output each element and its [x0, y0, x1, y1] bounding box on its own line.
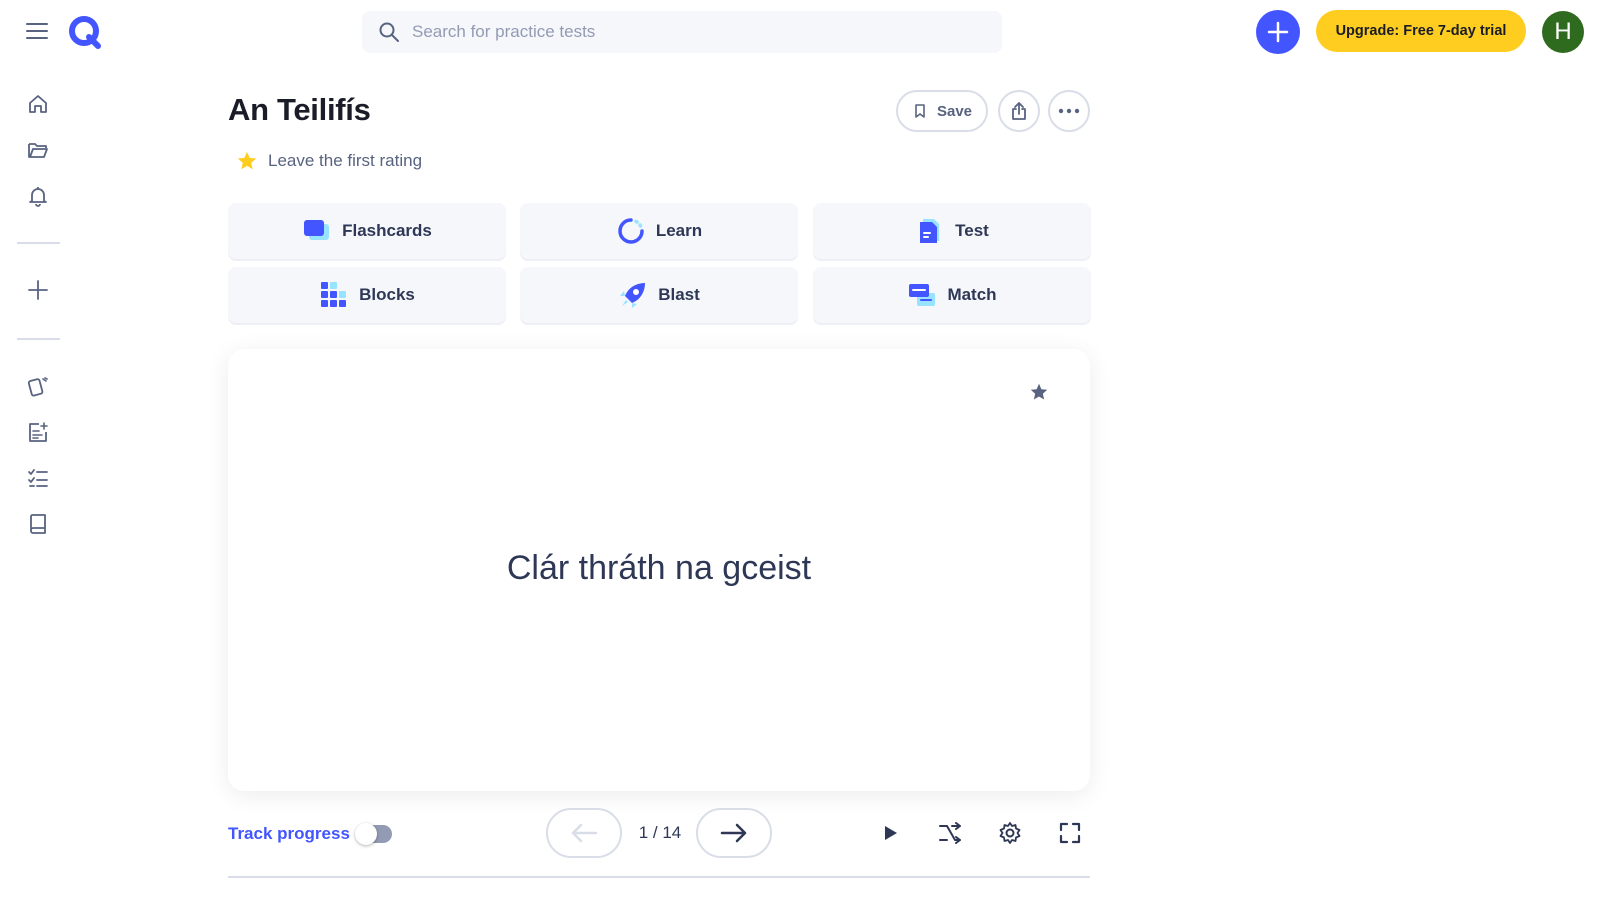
blocks-mode-icon: [321, 282, 347, 307]
save-button[interactable]: Save: [896, 90, 988, 132]
next-card-button[interactable]: [696, 808, 772, 858]
mode-label: Learn: [655, 221, 703, 240]
test-mode-icon: [920, 219, 940, 243]
mode-label: Match: [947, 285, 997, 304]
avatar[interactable]: H: [1542, 11, 1584, 53]
track-progress-toggle[interactable]: [355, 823, 392, 845]
save-label: Save: [936, 102, 973, 120]
search-input[interactable]: [412, 22, 972, 42]
share-icon: [1012, 102, 1026, 120]
star-icon[interactable]: [1028, 381, 1050, 403]
expert-solutions-icon[interactable]: [24, 418, 52, 446]
plus-icon[interactable]: [24, 276, 52, 304]
match-mode-icon: [909, 284, 936, 306]
share-button[interactable]: [998, 90, 1040, 132]
rating-label: Leave the first rating: [268, 151, 423, 170]
top-bar: Upgrade: Free 7-day trial H: [0, 0, 1600, 64]
star-icon: [237, 151, 257, 170]
progress-line: [228, 876, 1090, 878]
rating-link[interactable]: Leave the first rating: [236, 150, 422, 172]
folder-icon[interactable]: [24, 136, 52, 164]
checklist-icon[interactable]: [24, 464, 52, 492]
quizlet-logo[interactable]: [68, 15, 102, 49]
shuffle-icon: [939, 822, 961, 844]
book-icon[interactable]: [24, 510, 52, 538]
bell-icon[interactable]: [24, 182, 52, 210]
blast-mode-icon: [620, 283, 646, 308]
mode-blocks[interactable]: Blocks: [228, 267, 506, 323]
settings-button[interactable]: [995, 818, 1025, 848]
mode-label: Blast: [658, 285, 700, 304]
upgrade-button[interactable]: Upgrade: Free 7-day trial: [1316, 10, 1526, 52]
plus-icon: [1267, 21, 1289, 43]
mode-label: Test: [955, 221, 989, 240]
mode-label: Flashcards: [342, 221, 432, 240]
fullscreen-button[interactable]: [1055, 818, 1085, 848]
sidebar-divider: [17, 338, 60, 340]
search-bar[interactable]: [362, 11, 1002, 53]
menu-icon[interactable]: [24, 20, 50, 44]
arrow-right-icon: [720, 823, 747, 843]
flashcards-mode-icon: [304, 220, 330, 240]
mode-flashcards[interactable]: Flashcards: [228, 203, 506, 259]
sidebar-divider: [17, 242, 60, 244]
flashcard[interactable]: Clár thráth na gceist: [228, 349, 1090, 791]
mode-learn[interactable]: Learn: [520, 203, 798, 259]
toggle-knob: [355, 823, 377, 845]
flashcards-icon[interactable]: [24, 372, 52, 400]
mode-blast[interactable]: Blast: [520, 267, 798, 323]
more-options-button[interactable]: [1048, 90, 1090, 132]
fullscreen-icon: [1059, 822, 1081, 844]
previous-card-button[interactable]: [546, 808, 622, 858]
card-term: Clár thráth na gceist: [506, 549, 812, 587]
shuffle-button[interactable]: [935, 818, 965, 848]
search-icon: [379, 22, 399, 42]
home-icon[interactable]: [24, 90, 52, 118]
card-counter: 1 / 14: [638, 823, 682, 842]
play-icon: [885, 826, 897, 840]
create-button[interactable]: [1256, 10, 1300, 54]
mode-label: Blocks: [359, 285, 415, 304]
bookmark-icon: [915, 104, 925, 118]
gear-icon: [999, 822, 1021, 844]
mode-match[interactable]: Match: [813, 267, 1091, 323]
sidebar: [0, 64, 76, 912]
play-button[interactable]: [875, 818, 905, 848]
more-icon: [1058, 108, 1080, 114]
learn-mode-icon: [618, 218, 644, 244]
page-title: An Teilifís: [228, 92, 371, 127]
track-progress-label[interactable]: Track progress: [228, 824, 350, 844]
mode-test[interactable]: Test: [813, 203, 1091, 259]
arrow-left-icon: [571, 823, 598, 843]
